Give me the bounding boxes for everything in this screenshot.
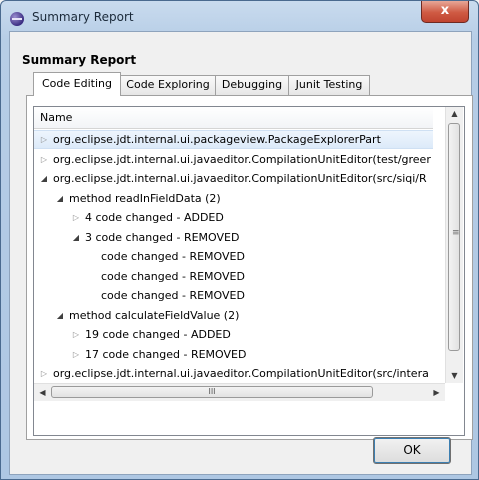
tab-code-exploring[interactable]: Code Exploring — [120, 75, 216, 95]
tree-row[interactable]: ◢ org.eclipse.jdt.internal.ui.javaeditor.… — [34, 169, 433, 188]
report-heading: Summary Report — [22, 53, 137, 67]
scroll-grip-icon: ≡ — [452, 228, 460, 238]
tree-row[interactable]: ▷ org.eclipse.jdt.internal.ui.packageview… — [34, 130, 433, 149]
expand-arrow-icon[interactable]: ▷ — [70, 208, 82, 227]
tree-row-label: org.eclipse.jdt.internal.ui.javaeditor.C… — [53, 172, 427, 185]
vertical-scrollbar[interactable]: ▲ ≡ ▼ — [445, 107, 463, 383]
tree-row[interactable]: ◢ method calculateFieldValue (2) — [34, 306, 433, 325]
title-bar[interactable]: Summary Report x — [1, 1, 478, 35]
tree-row-label: code changed - REMOVED — [101, 250, 245, 263]
tree-row-label: code changed - REMOVED — [101, 270, 245, 283]
collapse-arrow-icon[interactable]: ◢ — [70, 228, 82, 247]
tree-row-label: 3 code changed - REMOVED — [85, 231, 240, 244]
summary-tree[interactable]: Name ▷ org.eclipse.jdt.internal.ui.packag… — [33, 106, 465, 436]
eclipse-icon — [10, 12, 24, 26]
tree-rows: ▷ org.eclipse.jdt.internal.ui.packageview… — [34, 130, 433, 404]
tree-row-label: org.eclipse.jdt.internal.ui.javaeditor.C… — [53, 153, 431, 166]
tree-row[interactable]: ◢ 3 code changed - REMOVED — [34, 228, 433, 247]
tree-row-label: 4 code changed - ADDED — [85, 211, 224, 224]
tree-row[interactable]: code changed - REMOVED — [34, 286, 433, 305]
vertical-scroll-thumb[interactable]: ≡ — [448, 123, 460, 351]
tree-row[interactable]: ◢ method readInFieldData (2) — [34, 189, 433, 208]
horizontal-scrollbar[interactable]: ◀ III ▶ — [34, 383, 445, 401]
expand-arrow-icon[interactable]: ▷ — [70, 325, 82, 344]
tree-row-label: 17 code changed - REMOVED — [85, 348, 247, 361]
tab-junit-testing[interactable]: Junit Testing — [288, 75, 370, 95]
window-title: Summary Report — [32, 10, 134, 24]
close-button[interactable]: x — [421, 1, 469, 23]
tree-row[interactable]: ▷ 19 code changed - ADDED — [34, 325, 433, 344]
expand-arrow-icon[interactable]: ▷ — [38, 131, 50, 148]
tree-row-label: org.eclipse.jdt.internal.ui.javaeditor.C… — [53, 367, 429, 380]
ok-button[interactable]: OK — [373, 437, 451, 464]
scroll-left-arrow-icon[interactable]: ◀ — [34, 384, 51, 401]
tree-row-label: code changed - REMOVED — [101, 289, 245, 302]
scroll-right-arrow-icon[interactable]: ▶ — [428, 384, 445, 401]
collapse-arrow-icon[interactable]: ◢ — [54, 189, 66, 208]
tab-panel: Name ▷ org.eclipse.jdt.internal.ui.packag… — [26, 95, 473, 440]
collapse-arrow-icon[interactable]: ◢ — [54, 306, 66, 325]
tree-row[interactable]: code changed - REMOVED — [34, 247, 433, 266]
expand-arrow-icon[interactable]: ▷ — [70, 345, 82, 364]
column-header-name[interactable]: Name — [34, 107, 433, 129]
tree-row-label: org.eclipse.jdt.internal.ui.packageview.… — [53, 133, 381, 146]
tree-row-label: method readInFieldData (2) — [69, 192, 221, 205]
tree-row[interactable]: ▷org.eclipse.jdt.internal.ui.javaeditor.… — [34, 150, 433, 169]
tree-row-label: 19 code changed - ADDED — [85, 328, 231, 341]
tree-row[interactable]: ▷ 4 code changed - ADDED — [34, 208, 433, 227]
scroll-up-arrow-icon[interactable]: ▲ — [446, 107, 463, 121]
collapse-arrow-icon[interactable]: ◢ — [38, 169, 50, 188]
horizontal-scroll-thumb[interactable]: III — [51, 386, 373, 398]
expand-arrow-icon[interactable]: ▷ — [38, 364, 50, 383]
scroll-down-arrow-icon[interactable]: ▼ — [446, 369, 463, 383]
tab-debugging[interactable]: Debugging — [215, 75, 289, 95]
tab-code-editing[interactable]: Code Editing — [33, 72, 121, 96]
tree-row[interactable]: code changed - REMOVED — [34, 267, 433, 286]
tree-row-label: method calculateFieldValue (2) — [69, 309, 240, 322]
tree-row[interactable]: ▷org.eclipse.jdt.internal.ui.javaeditor.… — [34, 364, 433, 383]
expand-arrow-icon[interactable]: ▷ — [38, 150, 50, 169]
tree-row[interactable]: ▷ 17 code changed - REMOVED — [34, 345, 433, 364]
